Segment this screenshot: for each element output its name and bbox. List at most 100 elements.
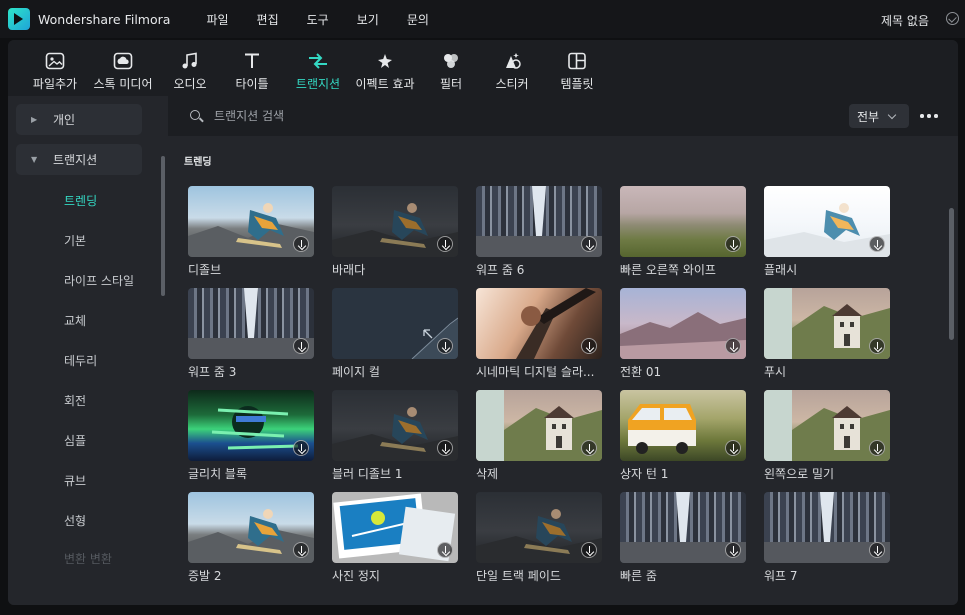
- tool-effects[interactable]: 이펙트 효과: [350, 40, 420, 96]
- download-icon[interactable]: [293, 236, 309, 252]
- download-icon[interactable]: [437, 338, 453, 354]
- tool-stock-media[interactable]: 스톡 미디어: [90, 40, 156, 96]
- sidebar-group-transitions[interactable]: ▼ 트랜지션: [16, 144, 142, 175]
- transition-card[interactable]: 상자 턴 1: [620, 390, 746, 482]
- menu-edit[interactable]: 편집: [257, 11, 279, 28]
- download-icon[interactable]: [581, 338, 597, 354]
- sidebar-item-linear[interactable]: 선형: [64, 512, 86, 529]
- transition-card[interactable]: 빠른 줌: [620, 492, 746, 584]
- sidebar-item-basic[interactable]: 기본: [64, 232, 86, 249]
- transition-card[interactable]: 전환 01: [620, 288, 746, 380]
- transition-thumbnail[interactable]: [620, 186, 746, 257]
- transition-thumbnail[interactable]: [188, 492, 314, 563]
- tool-label: 타이틀: [235, 77, 269, 91]
- transition-card[interactable]: 글리치 블록: [188, 390, 314, 482]
- tool-filters[interactable]: 필터: [430, 40, 472, 96]
- download-icon[interactable]: [725, 440, 741, 456]
- transition-label: 단일 트랙 페이드: [476, 569, 561, 583]
- transition-thumbnail[interactable]: [476, 390, 602, 461]
- tool-transitions[interactable]: 트랜지션: [286, 40, 350, 96]
- download-icon[interactable]: [869, 542, 885, 558]
- tool-label: 오디오: [173, 77, 207, 91]
- filter-selected-label: 전부: [857, 109, 880, 124]
- sidebar-item-cube[interactable]: 큐브: [64, 472, 86, 489]
- tool-label: 스톡 미디어: [93, 77, 153, 91]
- menu-file[interactable]: 파일: [206, 11, 228, 28]
- transition-card[interactable]: 페이지 컬: [332, 288, 458, 380]
- transition-thumbnail[interactable]: [764, 288, 890, 359]
- transition-thumbnail[interactable]: [620, 390, 746, 461]
- sidebar-scrollbar[interactable]: [161, 156, 165, 296]
- download-icon[interactable]: [293, 338, 309, 354]
- menu-view[interactable]: 보기: [357, 11, 379, 28]
- project-title: 제목 없음: [881, 14, 929, 28]
- search-input[interactable]: [214, 106, 714, 126]
- tool-import-media[interactable]: 파일추가: [28, 40, 82, 96]
- download-icon[interactable]: [293, 440, 309, 456]
- download-icon[interactable]: [581, 542, 597, 558]
- transition-thumbnail[interactable]: [332, 492, 458, 563]
- transition-card[interactable]: 플래시: [764, 186, 890, 278]
- transition-thumbnail[interactable]: [188, 186, 314, 257]
- transition-card[interactable]: 블러 디졸브 1: [332, 390, 458, 482]
- sidebar-group-personal[interactable]: ▶ 개인: [16, 104, 142, 135]
- transition-thumbnail[interactable]: [620, 492, 746, 563]
- download-icon[interactable]: [581, 236, 597, 252]
- transition-card[interactable]: 왼쪽으로 밀기: [764, 390, 890, 482]
- download-icon[interactable]: [725, 236, 741, 252]
- transition-card[interactable]: 바래다: [332, 186, 458, 278]
- download-icon[interactable]: [437, 236, 453, 252]
- transition-thumbnail[interactable]: [764, 390, 890, 461]
- download-icon[interactable]: [581, 440, 597, 456]
- transition-thumbnail[interactable]: [764, 492, 890, 563]
- sidebar-item-lifestyle[interactable]: 라이프 스타일: [64, 272, 134, 289]
- menu-help[interactable]: 문의: [407, 11, 429, 28]
- tool-audio[interactable]: 오디오: [166, 40, 214, 96]
- transition-label: 증발 2: [188, 569, 222, 583]
- sidebar-item-border[interactable]: 테두리: [64, 352, 97, 369]
- download-icon[interactable]: [437, 440, 453, 456]
- transition-card[interactable]: 빠른 오른쪽 와이프: [620, 186, 746, 278]
- transition-thumbnail[interactable]: [476, 492, 602, 563]
- sticker-icon: [502, 51, 522, 71]
- transition-card[interactable]: 단일 트랙 페이드: [476, 492, 602, 584]
- transition-thumbnail[interactable]: [332, 390, 458, 461]
- download-icon[interactable]: [725, 338, 741, 354]
- transition-card[interactable]: 시네마틱 디지털 슬라...: [476, 288, 602, 380]
- transition-card[interactable]: 워프 줌 3: [188, 288, 314, 380]
- content-scrollbar[interactable]: [949, 208, 954, 340]
- transition-card[interactable]: 증발 2: [188, 492, 314, 584]
- transition-thumbnail[interactable]: [476, 186, 602, 257]
- tool-templates[interactable]: 템플릿: [554, 40, 600, 96]
- tool-stickers[interactable]: 스티커: [488, 40, 536, 96]
- transition-card[interactable]: 워프 7: [764, 492, 890, 584]
- transition-card[interactable]: 삭제: [476, 390, 602, 482]
- download-icon[interactable]: [869, 338, 885, 354]
- download-icon[interactable]: [725, 542, 741, 558]
- transition-thumbnail[interactable]: [332, 288, 458, 359]
- section-title: 트렌딩: [184, 157, 212, 168]
- transition-card[interactable]: 워프 줌 6: [476, 186, 602, 278]
- transition-thumbnail[interactable]: [764, 186, 890, 257]
- download-icon[interactable]: [869, 440, 885, 456]
- download-icon[interactable]: [869, 236, 885, 252]
- transition-card[interactable]: 사진 정지: [332, 492, 458, 584]
- tool-titles[interactable]: 타이틀: [228, 40, 276, 96]
- download-icon[interactable]: [293, 542, 309, 558]
- menu-tools[interactable]: 도구: [307, 11, 329, 28]
- sidebar-item-transform[interactable]: 변환 변환: [64, 550, 112, 567]
- transition-card[interactable]: 푸시: [764, 288, 890, 380]
- transition-thumbnail[interactable]: [188, 390, 314, 461]
- sidebar-item-trending[interactable]: 트렌딩: [64, 192, 97, 209]
- sidebar-item-replace[interactable]: 교체: [64, 312, 86, 329]
- transition-thumbnail[interactable]: [620, 288, 746, 359]
- filter-dropdown[interactable]: 전부: [849, 104, 909, 128]
- transition-card[interactable]: 디졸브: [188, 186, 314, 278]
- more-options-icon[interactable]: [920, 114, 938, 118]
- sidebar-item-rotate[interactable]: 회전: [64, 392, 86, 409]
- download-icon[interactable]: [437, 542, 453, 558]
- sidebar-item-simple[interactable]: 심플: [64, 432, 86, 449]
- transition-thumbnail[interactable]: [332, 186, 458, 257]
- transition-thumbnail[interactable]: [188, 288, 314, 359]
- transition-thumbnail[interactable]: [476, 288, 602, 359]
